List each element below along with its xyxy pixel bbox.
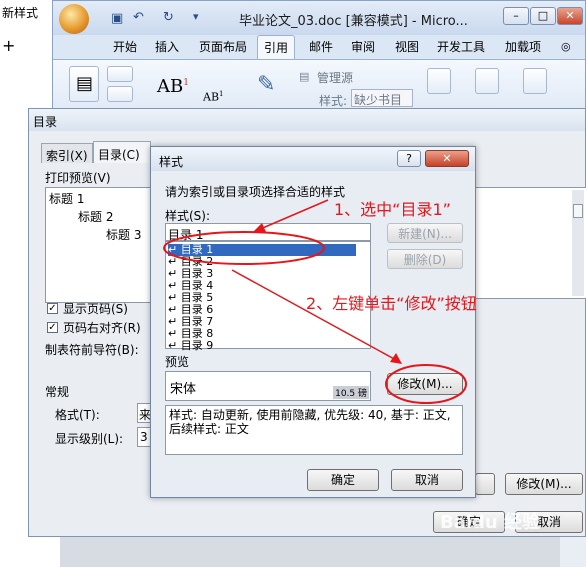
annotation-overlay [163,199,467,404]
highlight-ellipse-toc1 [163,231,325,265]
arrowhead-1 [252,223,266,233]
highlight-ellipse-modify [385,364,467,404]
annotation-step1: 1、选中“目录1” [334,200,451,219]
arrow-line-2 [231,269,397,361]
watermark: Baidu 经验 [440,512,541,533]
arrow-line-1 [257,199,329,231]
annotation-step2: 2、左键单击“修改”按钮 [306,294,477,313]
